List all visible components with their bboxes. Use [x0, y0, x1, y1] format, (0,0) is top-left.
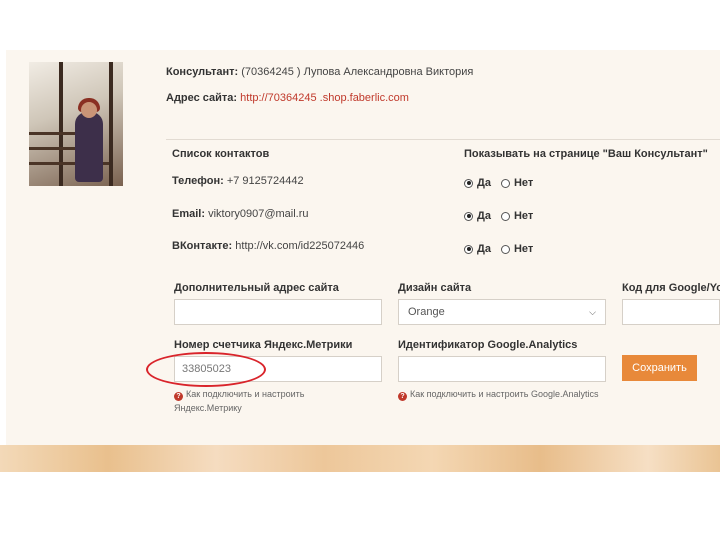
phone-visibility: Да Нет: [464, 177, 539, 189]
ga-help: ? Как подключить и настроить Google.Analy…: [398, 387, 618, 401]
question-icon: ?: [398, 392, 407, 401]
contact-row-email: Email: viktory0907@mail.ru: [172, 208, 309, 220]
chevron-down-icon: ⌵: [589, 306, 596, 317]
email-label: Email:: [172, 208, 206, 220]
contact-row-vk: ВКонтакте: http://vk.com/id225072446: [172, 240, 364, 252]
google-code-input[interactable]: [622, 299, 720, 325]
design-select-value: Orange: [408, 306, 445, 318]
vk-value: http://vk.com/id225072446: [235, 240, 365, 252]
vk-no-radio[interactable]: [500, 244, 510, 254]
save-button[interactable]: Сохранить: [622, 355, 697, 381]
decorative-footer-strip: [0, 445, 720, 472]
extra-site-label: Дополнительный адрес сайта: [174, 282, 339, 294]
question-icon: ?: [174, 392, 183, 401]
consultant-line: Консультант: (70364245 ) Лупова Александ…: [166, 66, 473, 78]
extra-site-input[interactable]: [174, 299, 382, 325]
email-no-radio[interactable]: [500, 211, 510, 221]
consultant-value: (70364245 ) Лупова Александровна Виктори…: [241, 66, 474, 78]
yandex-metrika-label: Номер счетчика Яндекс.Метрики: [174, 339, 353, 351]
email-yes-radio[interactable]: [464, 211, 473, 221]
show-on-page-title: Показывать на странице "Ваш Консультант": [464, 148, 708, 160]
phone-yes-radio[interactable]: [464, 178, 473, 188]
highlight-circle: [146, 352, 266, 387]
vk-visibility: Да Нет: [464, 243, 539, 255]
google-code-label: Код для Google/Yo: [622, 282, 720, 294]
vk-yes-radio[interactable]: [464, 244, 473, 254]
divider: [166, 139, 720, 140]
email-no-label: Нет: [513, 210, 534, 222]
phone-no-label: Нет: [513, 177, 534, 189]
design-label: Дизайн сайта: [398, 282, 472, 294]
phone-label: Телефон:: [172, 175, 224, 187]
consultant-photo: [29, 62, 123, 186]
yandex-help-link[interactable]: Как подключить и настроить: [186, 389, 304, 399]
site-address-link[interactable]: http://70364245 .shop.faberlic.com: [240, 92, 409, 104]
vk-yes-label: Да: [477, 243, 491, 255]
consultant-label: Консультант:: [166, 66, 239, 78]
vk-label: ВКонтакте:: [172, 240, 233, 252]
vk-no-label: Нет: [513, 243, 534, 255]
yandex-help: ? Как подключить и настроить Яндекс.Метри…: [174, 387, 374, 415]
ga-help-link[interactable]: Как подключить и настроить Google.Analyt…: [410, 389, 599, 399]
phone-value: +7 9125724442: [226, 175, 304, 187]
site-address-label: Адрес сайта:: [166, 92, 238, 104]
google-analytics-input[interactable]: [398, 356, 606, 382]
email-value: viktory0907@mail.ru: [208, 208, 309, 220]
contact-row-phone: Телефон: +7 9125724442: [172, 175, 304, 187]
email-yes-label: Да: [477, 210, 491, 222]
phone-no-radio[interactable]: [500, 178, 510, 188]
contacts-title: Список контактов: [172, 148, 270, 160]
design-select[interactable]: Orange ⌵: [398, 299, 606, 325]
google-analytics-label: Идентификатор Google.Analytics: [398, 339, 578, 351]
site-address-line: Адрес сайта: http://70364245 .shop.faber…: [166, 92, 409, 104]
yandex-help-link-2[interactable]: Яндекс.Метрику: [174, 403, 242, 413]
email-visibility: Да Нет: [464, 210, 539, 222]
phone-yes-label: Да: [477, 177, 491, 189]
